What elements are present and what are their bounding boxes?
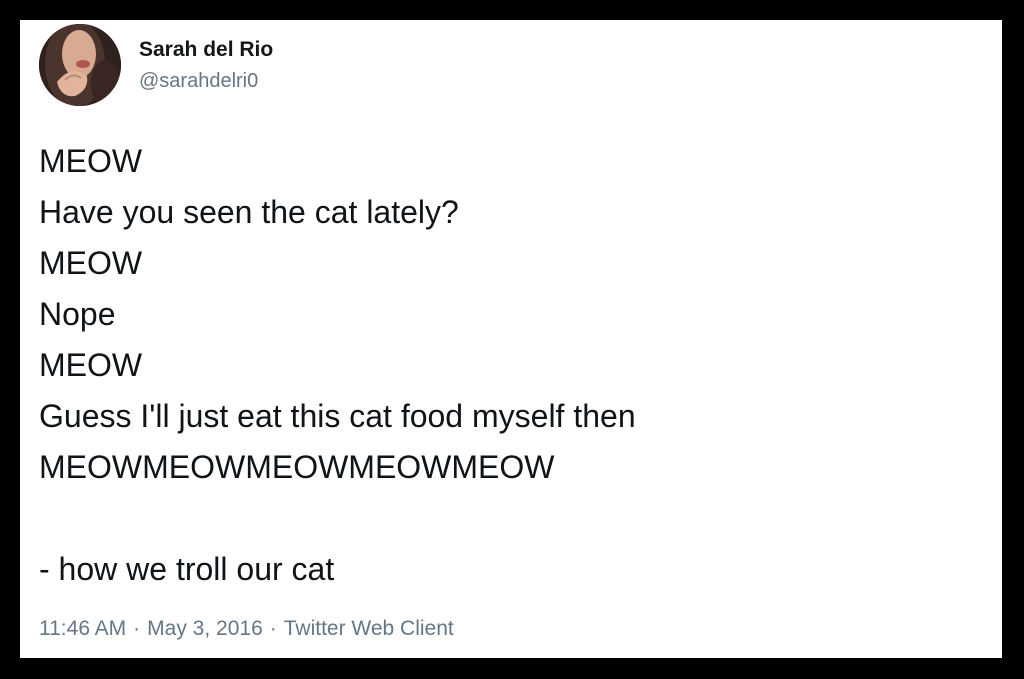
tweet-line: - how we troll our cat (39, 551, 335, 587)
tweet-card: Sarah del Rio @sarahdelri0 MEOW Have you… (20, 20, 1002, 658)
avatar[interactable] (39, 24, 121, 106)
author-name[interactable]: Sarah del Rio (139, 38, 273, 62)
avatar-image (39, 24, 121, 106)
tweet-text: MEOW Have you seen the cat lately? MEOW … (39, 136, 979, 595)
tweet-date[interactable]: May 3, 2016 (147, 617, 263, 640)
tweet-line: Guess I'll just eat this cat food myself… (39, 398, 636, 434)
tweet-line: MEOW (39, 245, 143, 281)
tweet-line: Nope (39, 296, 116, 332)
tweet-line: MEOWMEOWMEOWMEOWMEOW (39, 449, 555, 485)
meta-separator: · (269, 617, 277, 640)
tweet-time[interactable]: 11:46 AM (39, 617, 126, 640)
tweet-line: Have you seen the cat lately? (39, 194, 459, 230)
tweet-line: MEOW (39, 143, 143, 179)
tweet-client[interactable]: Twitter Web Client (284, 617, 454, 640)
meta-separator: · (133, 617, 141, 640)
tweet-metadata: 11:46 AM · May 3, 2016 · Twitter Web Client (39, 617, 454, 641)
author-handle[interactable]: @sarahdelri0 (139, 70, 258, 93)
tweet-line: MEOW (39, 347, 143, 383)
